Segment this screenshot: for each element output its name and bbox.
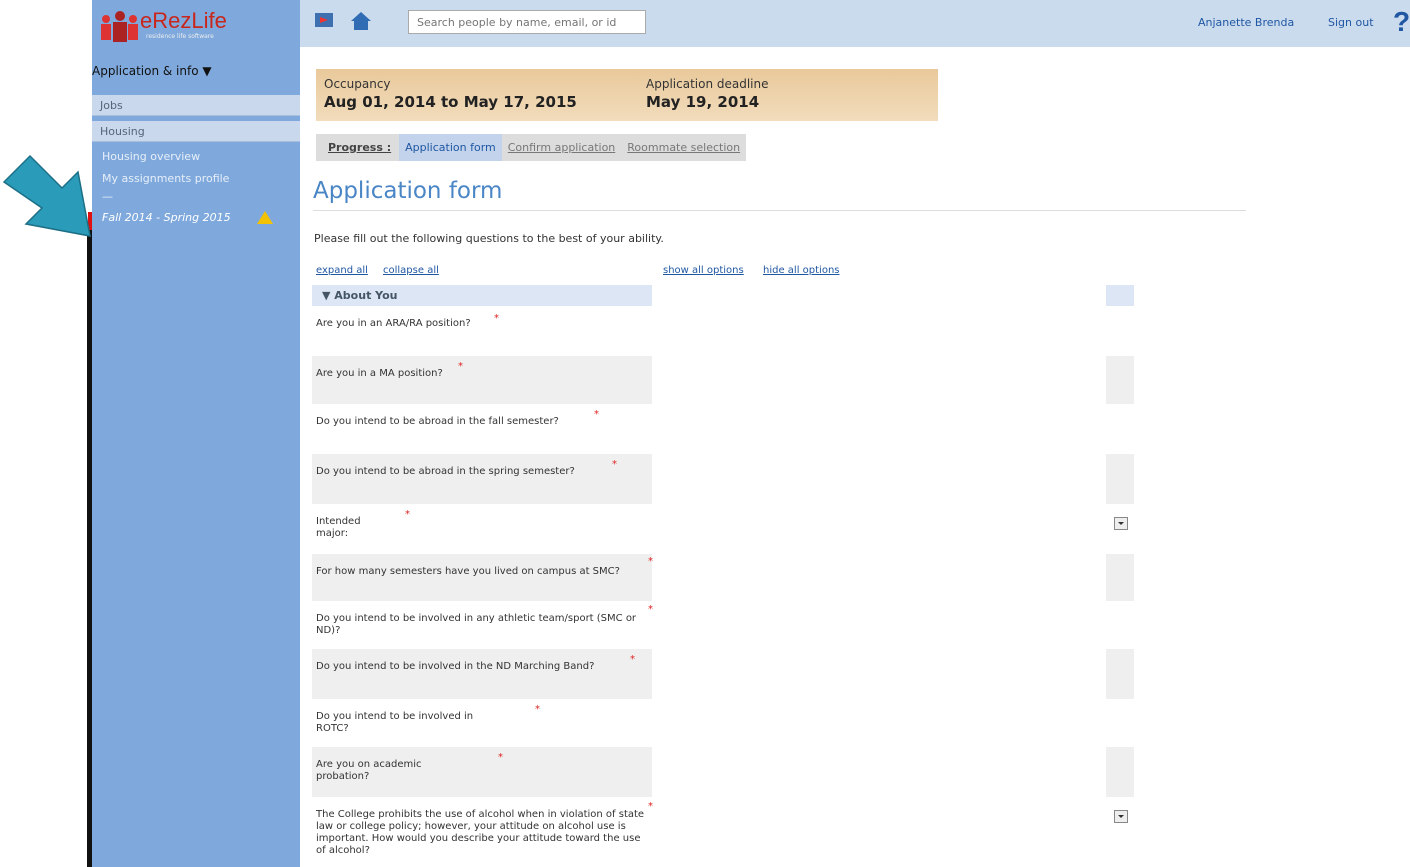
user-name-link[interactable]: Anjanette Brenda [1198,16,1294,29]
occupancy-value: Aug 01, 2014 to May 17, 2015 [324,93,577,111]
sidebar-separator: — [102,190,113,203]
deadline-value: May 19, 2014 [646,93,760,111]
brand-name: eRezLife [140,8,227,33]
question-row: Do you intend to be involved in the ND M… [312,649,1134,699]
required-marker: * [458,361,463,372]
warning-icon [257,211,273,224]
question-row: Are you on academic probation? * [312,747,1134,797]
show-all-options-link[interactable]: show all options [663,265,744,276]
question-label: Do you intend to be involved in the ND M… [312,649,652,699]
sidebar-item-housing[interactable]: Housing [92,121,300,142]
progress-step-roommate[interactable]: Roommate selection [621,134,746,161]
arrow-annotation-icon [2,154,91,237]
question-row: Are you in an ARA/RA position? * [312,306,1134,356]
question-row: Do you intend to be abroad in the fall s… [312,404,1134,454]
required-marker: * [648,556,653,567]
required-marker: * [648,604,653,615]
left-edge [0,0,93,867]
section-title: ▼ About You [322,289,398,302]
logo[interactable]: eRezLife residence life software [98,6,258,44]
question-row: Do you intend to be involved in any athl… [312,601,1134,649]
page-title: Application form [313,178,503,204]
question-row: Do you intend to be abroad in the spring… [312,454,1134,504]
top-bar: Anjanette Brenda Sign out ? [300,0,1410,47]
sidebar-link-assignments-profile[interactable]: My assignments profile [102,172,229,185]
home-icon[interactable] [350,10,372,32]
sign-out-link[interactable]: Sign out [1328,16,1374,29]
major-dropdown[interactable] [1114,517,1128,530]
question-row: Intended major: * [312,504,1134,554]
occupancy-label: Occupancy [324,77,391,91]
search-input[interactable] [408,10,646,34]
question-label: For how many semesters have you lived on… [312,554,652,601]
occupancy-box: Occupancy Aug 01, 2014 to May 17, 2015 A… [316,69,938,121]
question-row: The College prohibits the use of alcohol… [312,797,1134,867]
question-label: Are you on academic probation? [312,747,652,797]
required-marker: * [494,313,499,324]
progress-step-confirm[interactable]: Confirm application [502,134,622,161]
switch-user-icon[interactable] [314,12,334,28]
intro-text: Please fill out the following questions … [314,232,664,245]
question-row: Are you in a MA position? * [312,356,1134,404]
application-form: ▼ About You Are you in an ARA/RA positio… [312,285,1134,867]
progress-step-application-form[interactable]: Application form [399,134,502,161]
help-icon[interactable]: ? [1393,6,1410,38]
question-row: For how many semesters have you lived on… [312,554,1134,601]
required-marker: * [612,459,617,470]
required-marker: * [648,801,653,812]
section-header[interactable]: ▼ About You [312,285,1134,306]
required-marker: * [630,654,635,665]
sidebar-link-term[interactable]: Fall 2014 - Spring 2015 [102,211,231,224]
progress-bar: Progress : Application form Confirm appl… [316,134,747,161]
question-label: Do you intend to be involved in any athl… [316,613,637,636]
question-row: Do you intend to be involved in ROTC? * [312,699,1134,747]
question-label: Do you intend to be abroad in the spring… [312,454,652,504]
sidebar-link-housing-overview[interactable]: Housing overview [102,150,200,163]
question-label: Do you intend to be abroad in the fall s… [316,416,559,427]
brand-tagline: residence life software [146,33,214,40]
collapse-all-link[interactable]: collapse all [383,265,439,276]
expand-all-link[interactable]: expand all [316,265,368,276]
deadline-label: Application deadline [646,77,769,91]
people-icon [101,11,138,42]
question-label: Do you intend to be involved in ROTC? [316,711,474,734]
required-marker: * [594,409,599,420]
required-marker: * [535,704,540,715]
hide-all-options-link[interactable]: hide all options [763,265,840,276]
question-label: Are you in a MA position? [312,356,652,404]
sidebar: eRezLife residence life software Applica… [92,0,300,867]
required-marker: * [405,509,410,520]
progress-label[interactable]: Progress : [316,134,399,161]
alcohol-attitude-dropdown[interactable] [1114,810,1128,823]
question-label: Intended major: [316,516,361,539]
question-label: Are you in an ARA/RA position? [316,318,471,329]
title-divider [313,210,1246,211]
question-label: The College prohibits the use of alcohol… [316,809,645,856]
required-marker: * [498,752,503,763]
sidebar-item-jobs[interactable]: Jobs [92,95,300,116]
application-info-menu[interactable]: Application & info ▼ [92,64,212,78]
